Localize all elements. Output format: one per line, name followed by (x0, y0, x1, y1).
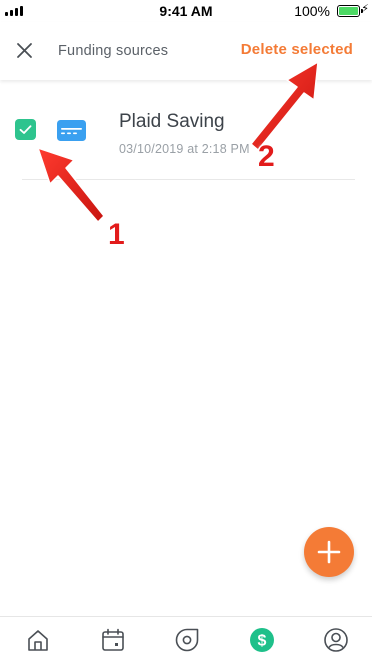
battery-icon (337, 5, 363, 17)
funding-source-date: 03/10/2019 at 2:18 PM (119, 142, 250, 156)
annotation-label-2: 2 (258, 140, 275, 173)
funding-source-name: Plaid Saving (119, 111, 225, 132)
list-item[interactable]: Plaid Saving 03/10/2019 at 2:18 PM (0, 100, 372, 180)
checkbox[interactable] (15, 119, 36, 140)
page-title: Funding sources (58, 43, 169, 59)
plus-icon (317, 540, 341, 564)
explore-icon[interactable] (174, 627, 200, 653)
header: Funding sources Delete selected (0, 22, 372, 80)
delete-selected-button[interactable]: Delete selected (241, 41, 353, 58)
profile-icon[interactable] (323, 627, 349, 653)
add-funding-source-button[interactable] (304, 527, 354, 577)
credit-card-icon (57, 120, 86, 141)
calendar-icon[interactable] (100, 627, 126, 653)
bottom-nav: $ (0, 616, 372, 664)
status-bar: 9:41 AM 100% ⚡ (0, 0, 372, 22)
home-icon[interactable] (25, 627, 51, 653)
battery-percent: 100% (294, 3, 330, 19)
divider (22, 179, 355, 180)
annotation-label-1: 1 (108, 218, 125, 251)
svg-text:$: $ (258, 633, 267, 650)
close-icon[interactable] (14, 40, 36, 62)
charging-icon: ⚡ (361, 3, 369, 15)
dollar-icon[interactable]: $ (249, 627, 275, 653)
check-icon (19, 125, 32, 134)
